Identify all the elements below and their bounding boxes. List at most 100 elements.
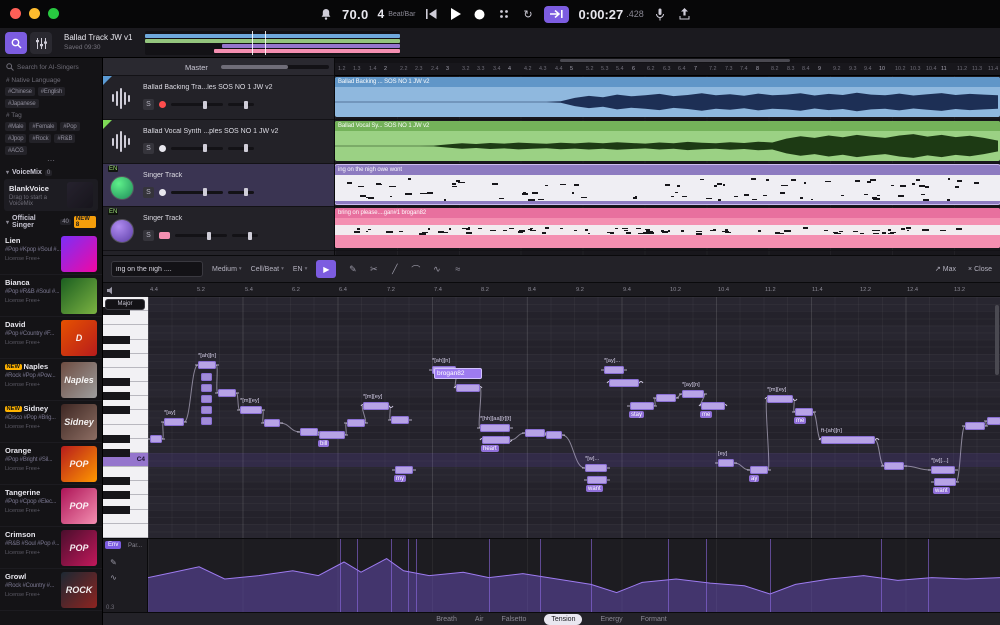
note-lyric-box[interactable]: me bbox=[794, 417, 806, 424]
track-header-3[interactable]: ENSinger TrackS bbox=[103, 164, 334, 208]
clip-2[interactable]: Ballad Vocal Sy... SOS NO 1 JW v2 bbox=[335, 121, 1000, 161]
param-tab-energy[interactable]: Energy bbox=[600, 614, 622, 625]
blankvoice-card[interactable]: BlankVoice Drag to start a VoiceMix bbox=[4, 179, 98, 211]
note-lyric-box[interactable]: ay bbox=[749, 475, 759, 482]
piano-key-black[interactable] bbox=[103, 392, 130, 400]
singer-card[interactable]: Tangerine#Pop #Cpop #Elec...License Free… bbox=[0, 485, 102, 527]
track-header-1[interactable]: Ballad Backing Tra...les SOS NO 1 JW v2S bbox=[103, 76, 334, 120]
close-editor-button[interactable]: × Close bbox=[968, 266, 992, 273]
midi-note[interactable] bbox=[164, 418, 184, 426]
slider-thumb[interactable] bbox=[203, 188, 207, 196]
solo-button[interactable]: S bbox=[143, 143, 154, 154]
library-toggle-button[interactable] bbox=[5, 32, 27, 54]
slider-thumb[interactable] bbox=[244, 188, 248, 196]
tag-filter-chip[interactable]: #Female bbox=[29, 122, 57, 131]
midi-note[interactable] bbox=[750, 466, 768, 474]
timeline-scrollbar-thumb[interactable] bbox=[560, 59, 790, 62]
midi-note[interactable] bbox=[300, 428, 318, 436]
singer-card[interactable]: Lien#Pop #Kpop #Soul #...License Free+ bbox=[0, 233, 102, 275]
midi-note[interactable] bbox=[546, 431, 562, 439]
midi-note[interactable] bbox=[987, 417, 1000, 425]
language-dropdown[interactable]: EN ▾ bbox=[293, 266, 308, 273]
slider-thumb[interactable] bbox=[244, 144, 248, 152]
note-lyric-box[interactable]: my bbox=[394, 475, 406, 482]
scale-selector[interactable]: Major bbox=[105, 299, 145, 310]
master-volume-slider[interactable] bbox=[221, 65, 329, 69]
tag-filter-chip[interactable]: #ACG bbox=[5, 146, 27, 155]
piano-key-black[interactable] bbox=[103, 406, 130, 414]
tension-curve-canvas[interactable] bbox=[148, 539, 1000, 613]
note-lyric-box[interactable]: bill bbox=[318, 440, 329, 447]
singer-card[interactable]: Growl#Rock #Country #...License Free+ROC… bbox=[0, 569, 102, 611]
clip-3[interactable]: ing on the nigh owe wont bbox=[335, 165, 1000, 205]
track-header-2[interactable]: Ballad Vocal Synth ...ples SOS NO 1 JW v… bbox=[103, 120, 334, 164]
param-tab-air[interactable]: Air bbox=[475, 614, 484, 625]
language-filter-chip[interactable]: #English bbox=[38, 87, 65, 96]
midi-note[interactable] bbox=[482, 436, 510, 444]
params-tab[interactable]: Par... bbox=[128, 543, 142, 549]
solo-button[interactable]: S bbox=[143, 187, 154, 198]
singer-card[interactable]: NEWSidney#Disco #Pop #Brig...License Fre… bbox=[0, 401, 102, 443]
midi-note[interactable] bbox=[585, 464, 607, 472]
note-lyric-box[interactable]: heart bbox=[481, 445, 499, 452]
param-tab-formant[interactable]: Formant bbox=[641, 614, 667, 625]
midi-note[interactable] bbox=[240, 406, 262, 414]
midi-note[interactable] bbox=[456, 384, 480, 392]
midi-note[interactable] bbox=[198, 361, 216, 369]
midi-note[interactable] bbox=[587, 476, 607, 484]
midi-note[interactable] bbox=[480, 424, 510, 432]
lyric-input[interactable] bbox=[111, 261, 203, 277]
singer-card[interactable]: David#Pop #Country #F...License Free+D bbox=[0, 317, 102, 359]
midi-note[interactable] bbox=[821, 436, 875, 444]
tempo-value[interactable]: 70.0 bbox=[342, 7, 369, 22]
midi-note[interactable] bbox=[656, 394, 676, 402]
note-lyric-box[interactable]: want bbox=[933, 487, 950, 494]
slider-thumb[interactable] bbox=[248, 232, 252, 240]
note-grid[interactable]: *[ay]*[ah][n]*[m][ey]bill*[m][ey]my*[ah]… bbox=[148, 297, 1000, 538]
singer-card[interactable]: Orange#Pop #Bright #Sil...License Free+P… bbox=[0, 443, 102, 485]
track-singer-avatar[interactable] bbox=[110, 176, 134, 200]
arc-tool[interactable]: ⌒ bbox=[408, 262, 423, 277]
midi-note[interactable] bbox=[718, 459, 734, 467]
track-slider[interactable] bbox=[171, 191, 223, 194]
track-slider[interactable] bbox=[228, 147, 254, 150]
language-filter-chip[interactable]: #Japanese bbox=[5, 99, 39, 108]
midi-note[interactable] bbox=[395, 466, 413, 474]
clip-4[interactable]: bring on please....gan#1 brogan82 bbox=[335, 208, 1000, 248]
env-tab[interactable]: Env bbox=[105, 541, 121, 549]
singer-card[interactable]: Crimson#R&B #Soul #Pop #...License Free+… bbox=[0, 527, 102, 569]
solo-button[interactable]: S bbox=[143, 230, 154, 241]
piano-key-black[interactable] bbox=[103, 336, 130, 344]
export-icon[interactable] bbox=[677, 5, 692, 23]
grid-dropdown[interactable]: Cell/Beat ▾ bbox=[251, 266, 284, 273]
track-indicator[interactable] bbox=[159, 189, 166, 196]
midi-note[interactable] bbox=[965, 422, 985, 430]
follow-playhead-button[interactable] bbox=[544, 6, 569, 23]
skip-back-button[interactable] bbox=[424, 5, 439, 23]
piano-key-black[interactable] bbox=[103, 378, 130, 386]
voicemix-section-header[interactable]: ▾ VoiceMix 0 bbox=[0, 165, 102, 179]
slider-thumb[interactable] bbox=[203, 144, 207, 152]
maximize-editor-button[interactable]: ↗ Max bbox=[935, 265, 956, 273]
tag-filter-chip[interactable]: #Male bbox=[5, 122, 26, 131]
editor-play-button[interactable]: ▶ bbox=[316, 260, 336, 278]
piano-key-black[interactable] bbox=[103, 491, 130, 499]
midi-note[interactable] bbox=[201, 417, 212, 425]
track-slider[interactable] bbox=[171, 103, 223, 106]
sine-tool[interactable]: ∿ bbox=[429, 262, 444, 277]
microphone-icon[interactable] bbox=[653, 5, 668, 23]
track-slider[interactable] bbox=[175, 234, 227, 237]
midi-note[interactable] bbox=[931, 466, 955, 474]
piano-key-black[interactable] bbox=[103, 435, 130, 443]
midi-note[interactable] bbox=[319, 431, 345, 439]
midi-note[interactable] bbox=[363, 402, 389, 410]
track-slider[interactable] bbox=[228, 191, 254, 194]
midi-note[interactable] bbox=[201, 384, 212, 392]
note-lyric-box[interactable]: want bbox=[586, 485, 603, 492]
midi-note[interactable] bbox=[201, 406, 212, 414]
project-overview-minimap[interactable] bbox=[145, 31, 400, 55]
scissors-tool[interactable]: ✂ bbox=[366, 262, 381, 277]
search-input[interactable] bbox=[17, 64, 99, 71]
more-tags-button[interactable]: ⋯ bbox=[0, 156, 102, 165]
piano-key-e3[interactable] bbox=[103, 524, 148, 538]
